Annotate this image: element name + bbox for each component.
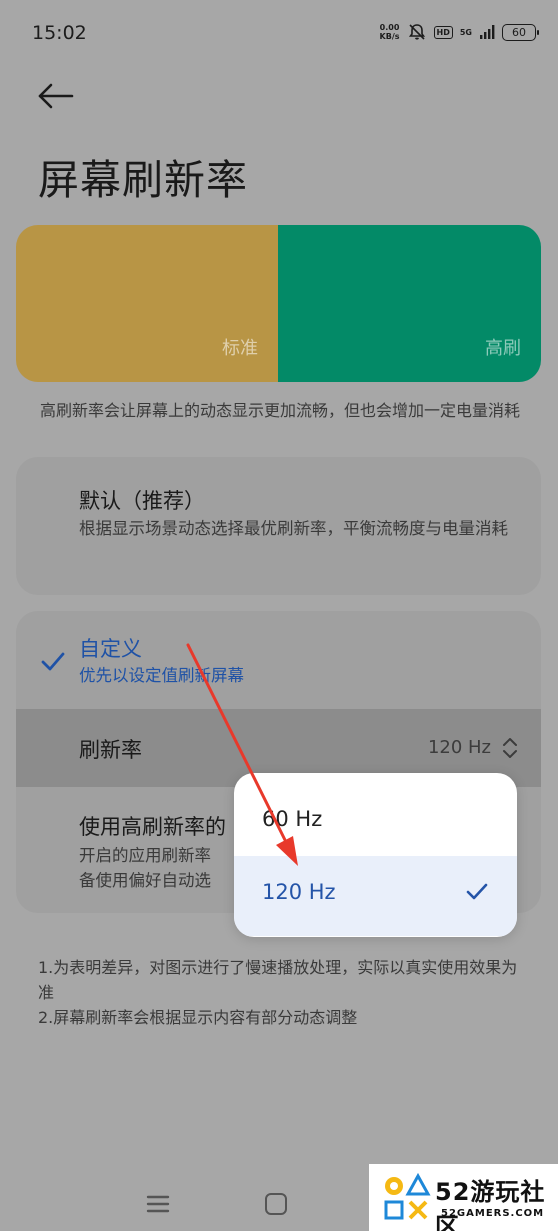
app-high-refresh-title: 使用高刷新率的	[79, 815, 226, 839]
signal-icon	[480, 25, 495, 39]
bell-muted-icon	[408, 24, 425, 40]
back-arrow-icon[interactable]	[36, 80, 76, 112]
refresh-rate-value: 120 Hz	[427, 737, 491, 758]
watermark-title: 52游玩社区	[435, 1178, 546, 1231]
check-icon	[41, 652, 65, 671]
refresh-rate-popup: 60 Hz 120 Hz	[234, 773, 517, 937]
note-2: 2.屏幕刷新率会根据显示内容有部分动态调整	[38, 1008, 358, 1027]
refresh-preview: 标准 高刷	[16, 225, 541, 382]
preview-standard-label: 标准	[222, 338, 258, 359]
watermark: 52游玩社区 52GAMERS.COM	[369, 1164, 558, 1231]
refresh-description: 高刷新率会让屏幕上的动态显示更加流畅，但也会增加一定电量消耗	[40, 401, 521, 420]
popup-option-label: 60 Hz	[262, 807, 323, 831]
page-title: 屏幕刷新率	[38, 156, 248, 204]
status-time: 15:02	[32, 22, 87, 44]
watermark-subtitle: 52GAMERS.COM	[441, 1208, 545, 1219]
status-icons: 0.00 KB/s HD 5G 60	[379, 22, 539, 42]
preview-high-label: 高刷	[485, 338, 521, 359]
popup-option-label: 120 Hz	[262, 880, 336, 904]
check-icon	[466, 883, 488, 900]
gamepad-logo-icon	[384, 1172, 431, 1220]
preview-high: 高刷	[278, 225, 541, 382]
popup-option-60hz[interactable]: 60 Hz	[234, 779, 517, 859]
up-down-chevron-icon	[503, 738, 517, 758]
popup-option-120hz[interactable]: 120 Hz	[234, 856, 517, 936]
option-default-title: 默认（推荐）	[79, 489, 205, 513]
notes: 1.为表明差异，对图示进行了慢速播放处理，实际以真实使用效果为准 2.屏幕刷新率…	[38, 955, 528, 1030]
option-default-subtitle: 根据显示场景动态选择最优刷新率，平衡流畅度与电量消耗	[79, 519, 508, 538]
note-1: 1.为表明差异，对图示进行了慢速播放处理，实际以真实使用效果为准	[38, 958, 518, 1002]
menu-icon[interactable]	[146, 1194, 170, 1214]
preview-standard: 标准	[16, 225, 278, 382]
hd-badge: HD	[433, 25, 453, 39]
net-speed: 0.00 KB/s	[379, 23, 400, 41]
home-icon[interactable]	[265, 1193, 287, 1215]
option-custom-subtitle: 优先以设定值刷新屏幕	[79, 666, 244, 685]
network-type: 5G	[459, 27, 472, 37]
option-custom[interactable]: 自定义 优先以设定值刷新屏幕	[16, 611, 541, 709]
option-custom-title: 自定义	[79, 637, 142, 661]
option-default[interactable]: 默认（推荐） 根据显示场景动态选择最优刷新率，平衡流畅度与电量消耗	[16, 457, 541, 595]
refresh-rate-label: 刷新率	[79, 738, 142, 762]
battery-icon: 60	[502, 23, 539, 41]
